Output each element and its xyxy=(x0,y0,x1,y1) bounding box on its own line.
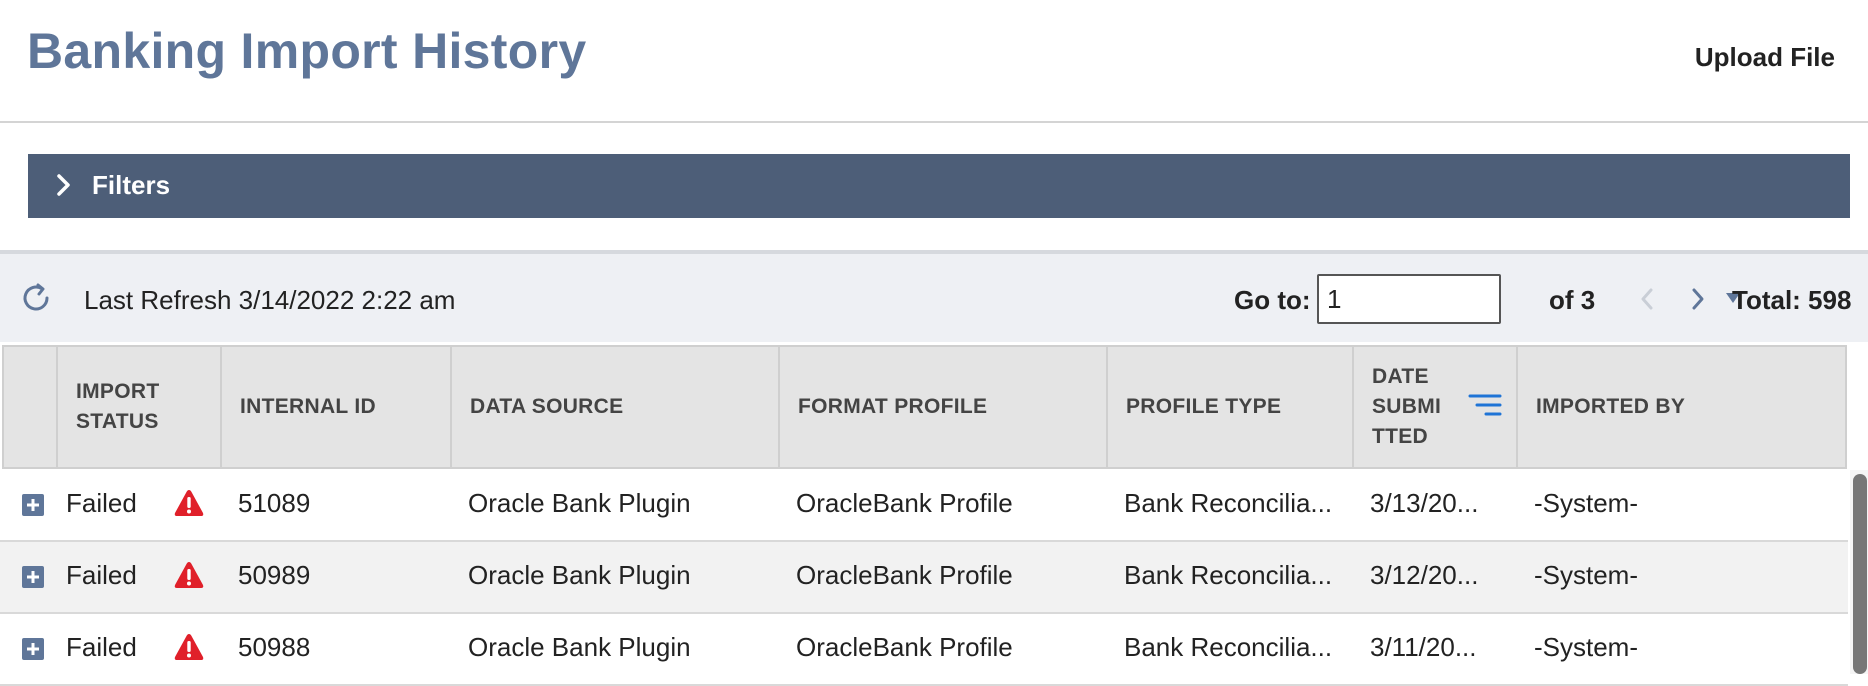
cell-imported-by: -System- xyxy=(1534,632,1638,662)
warning-icon xyxy=(174,562,204,588)
chevron-right-icon[interactable] xyxy=(1688,284,1708,314)
cell-internal-id[interactable]: 50988 xyxy=(238,632,310,663)
refresh-icon[interactable] xyxy=(18,280,54,316)
cell-internal-id[interactable]: 51089 xyxy=(238,488,310,519)
table-row[interactable]: Failed 50988 Oracle Bank Plugin OracleBa… xyxy=(0,614,1848,686)
page-title: Banking Import History xyxy=(27,23,587,79)
table-row[interactable]: Failed 50989 Oracle Bank Plugin OracleBa… xyxy=(0,542,1848,614)
cell-date-submitted: 3/12/20... xyxy=(1370,560,1479,590)
total-count: Total: 598 xyxy=(1732,285,1852,315)
last-refresh-text: Last Refresh 3/14/2022 2:22 am xyxy=(84,285,456,315)
header-import-status[interactable]: IMPORT STATUS xyxy=(58,347,222,467)
header-imported-by[interactable]: IMPORTED BY xyxy=(1518,347,1849,467)
scrollbar-thumb[interactable] xyxy=(1853,474,1867,674)
cell-date-submitted: 3/11/20... xyxy=(1370,632,1477,662)
cell-import-status: Failed xyxy=(66,488,137,518)
plus-box-icon[interactable] xyxy=(22,494,44,516)
cell-profile-type: Bank Reconcilia... xyxy=(1124,488,1333,518)
warning-icon xyxy=(174,490,204,516)
cell-imported-by: -System- xyxy=(1534,488,1638,518)
table-header: IMPORT STATUS INTERNAL ID DATA SOURCE FO… xyxy=(2,345,1847,469)
list-toolbar: Last Refresh 3/14/2022 2:22 am Go to: of… xyxy=(0,250,1868,342)
header-format-profile[interactable]: FORMAT PROFILE xyxy=(780,347,1108,467)
page-count: of 3 xyxy=(1549,285,1596,315)
sort-icon[interactable] xyxy=(1468,393,1502,419)
upload-file-link[interactable]: Upload File xyxy=(1695,42,1835,73)
cell-format-profile: OracleBank Profile xyxy=(796,560,1013,590)
chevron-left-icon[interactable] xyxy=(1637,284,1657,314)
cell-format-profile: OracleBank Profile xyxy=(796,488,1013,518)
table-row[interactable]: Failed 51089 Oracle Bank Plugin OracleBa… xyxy=(0,470,1848,542)
page-number-input[interactable] xyxy=(1317,274,1501,324)
warning-icon xyxy=(174,634,204,660)
cell-internal-id[interactable]: 50989 xyxy=(238,560,310,591)
header-data-source[interactable]: DATA SOURCE xyxy=(452,347,780,467)
plus-box-icon[interactable] xyxy=(22,638,44,660)
plus-box-icon[interactable] xyxy=(22,566,44,588)
cell-profile-type: Bank Reconcilia... xyxy=(1124,632,1333,662)
cell-date-submitted: 3/13/20... xyxy=(1370,488,1479,518)
header-date-submitted[interactable]: DATE SUBMI TTED xyxy=(1354,347,1518,467)
cell-data-source: Oracle Bank Plugin xyxy=(468,560,691,590)
cell-imported-by: -System- xyxy=(1534,560,1638,590)
chevron-right-icon xyxy=(57,174,70,196)
cell-profile-type: Bank Reconcilia... xyxy=(1124,560,1333,590)
cell-data-source: Oracle Bank Plugin xyxy=(468,632,691,662)
cell-import-status: Failed xyxy=(66,560,137,590)
filters-label: Filters xyxy=(92,170,171,200)
table-scrollbar[interactable] xyxy=(1850,470,1868,674)
page-header: Banking Import History Upload File xyxy=(0,0,1868,123)
cell-format-profile: OracleBank Profile xyxy=(796,632,1013,662)
filters-toggle[interactable]: Filters xyxy=(28,154,1850,218)
goto-label: Go to: xyxy=(1234,285,1311,315)
header-profile-type[interactable]: PROFILE TYPE xyxy=(1108,347,1354,467)
header-internal-id[interactable]: INTERNAL ID xyxy=(222,347,452,467)
cell-import-status: Failed xyxy=(66,632,137,662)
header-expand-column xyxy=(4,347,58,467)
cell-data-source: Oracle Bank Plugin xyxy=(468,488,691,518)
